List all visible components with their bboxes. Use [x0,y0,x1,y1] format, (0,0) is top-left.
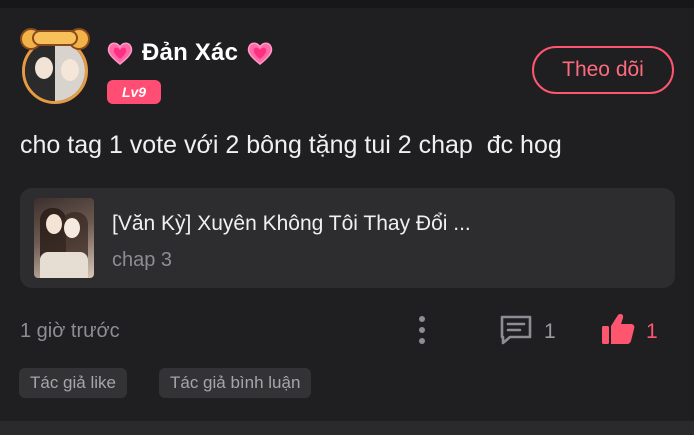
timestamp: 1 giờ trước [20,320,120,342]
like-count: 1 [646,320,658,343]
story-cover-image [34,198,94,278]
thumbs-up-icon[interactable] [600,312,636,346]
author-name-row: Đản Xác [106,36,274,70]
comment-icon[interactable] [499,314,533,346]
tag-author-commented: Tác giả bình luận [159,368,312,398]
tiger-frame-icon [32,30,78,46]
more-vertical-icon[interactable] [412,314,432,346]
comment-text: cho tag 1 vote với 2 bông tặng tui 2 cha… [20,131,562,159]
follow-button[interactable]: Theo dõi [532,46,674,94]
heart-icon [107,42,133,65]
bottom-divider [0,421,694,435]
story-chapter: chap 3 [112,249,173,271]
author-name[interactable]: Đản Xác [142,39,238,67]
avatar[interactable] [14,28,96,108]
story-title: [Văn Kỳ] Xuyên Không Tôi Thay Đổi ... [112,212,471,235]
level-badge: Lv9 [107,80,161,104]
comment-count: 1 [544,320,556,343]
tag-author-liked: Tác giả like [19,368,127,398]
heart-icon [247,42,273,65]
story-card[interactable]: [Văn Kỳ] Xuyên Không Tôi Thay Đổi ... ch… [20,188,675,288]
top-divider [0,0,694,8]
post-meta-row: 1 giờ trước 1 1 [20,312,675,352]
